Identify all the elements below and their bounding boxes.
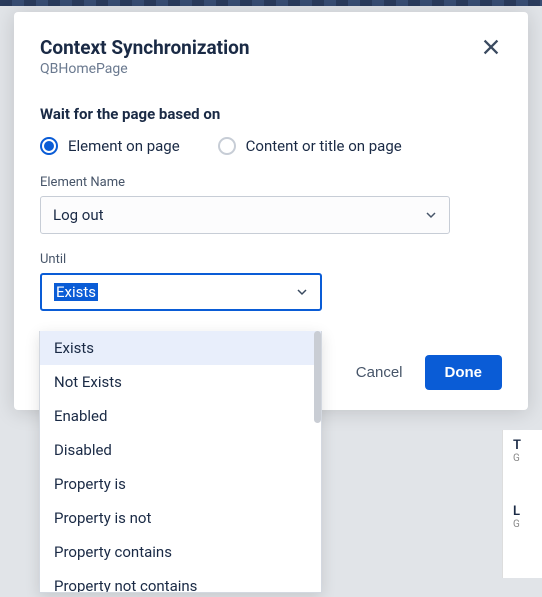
top-header-strip bbox=[0, 0, 542, 6]
dropdown-option-property-contains[interactable]: Property contains bbox=[40, 535, 321, 569]
until-field: Until Exists bbox=[40, 252, 502, 311]
dropdown-option-enabled[interactable]: Enabled bbox=[40, 399, 321, 433]
background-panel: T G L G bbox=[502, 430, 542, 578]
scrollbar-thumb[interactable] bbox=[314, 331, 321, 423]
dropdown-option-not-exists[interactable]: Not Exists bbox=[40, 365, 321, 399]
radio-icon-selected bbox=[40, 137, 58, 155]
until-label: Until bbox=[40, 252, 502, 267]
until-value: Exists bbox=[54, 283, 98, 301]
modal-title: Context Synchronization bbox=[40, 36, 250, 59]
chevron-down-icon bbox=[423, 207, 439, 223]
dropdown-option-exists[interactable]: Exists bbox=[40, 331, 321, 365]
until-select[interactable]: Exists bbox=[40, 273, 322, 311]
until-dropdown: Exists Not Exists Enabled Disabled Prope… bbox=[39, 331, 322, 593]
radio-label: Element on page bbox=[68, 137, 180, 155]
wait-for-label: Wait for the page based on bbox=[40, 105, 502, 123]
bg-text: L bbox=[513, 504, 532, 519]
radio-content-or-title[interactable]: Content or title on page bbox=[218, 137, 402, 155]
chevron-down-icon bbox=[294, 284, 310, 300]
modal-header: Context Synchronization QBHomePage bbox=[40, 36, 502, 77]
dropdown-option-property-is[interactable]: Property is bbox=[40, 467, 321, 501]
element-name-select[interactable]: Log out bbox=[40, 196, 450, 234]
bg-text: G bbox=[513, 453, 532, 464]
element-name-field: Element Name Log out bbox=[40, 175, 502, 234]
dropdown-option-disabled[interactable]: Disabled bbox=[40, 433, 321, 467]
radio-icon-unselected bbox=[218, 137, 236, 155]
element-name-label: Element Name bbox=[40, 175, 502, 190]
bg-text: T bbox=[513, 438, 532, 453]
bg-text: G bbox=[513, 519, 532, 530]
radio-label: Content or title on page bbox=[246, 137, 402, 155]
close-icon[interactable] bbox=[480, 36, 502, 58]
done-button[interactable]: Done bbox=[425, 355, 503, 390]
element-name-value: Log out bbox=[53, 206, 104, 224]
dropdown-option-property-not-contains[interactable]: Property not contains bbox=[40, 569, 321, 593]
modal-subtitle: QBHomePage bbox=[40, 61, 250, 77]
radio-element-on-page[interactable]: Element on page bbox=[40, 137, 180, 155]
dropdown-option-property-is-not[interactable]: Property is not bbox=[40, 501, 321, 535]
radio-group: Element on page Content or title on page bbox=[40, 137, 502, 155]
cancel-button[interactable]: Cancel bbox=[352, 356, 407, 389]
